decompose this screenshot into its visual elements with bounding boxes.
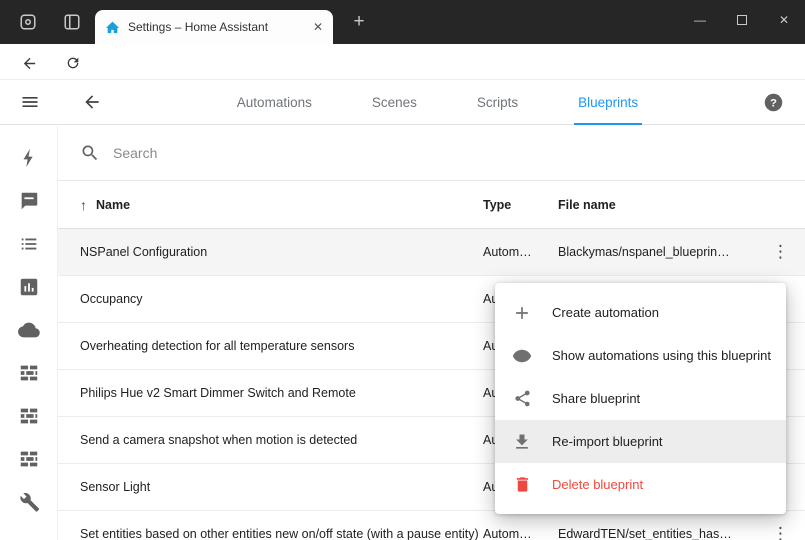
developer-tools-wrench-icon[interactable] bbox=[17, 490, 41, 514]
search-icon bbox=[80, 143, 100, 163]
cloud-icon[interactable] bbox=[17, 318, 41, 342]
search-input[interactable] bbox=[113, 145, 783, 161]
menu-item-label: Share blueprint bbox=[552, 391, 640, 406]
close-window-button[interactable]: ✕ bbox=[763, 0, 805, 40]
row-name: NSPanel Configuration bbox=[80, 245, 483, 259]
addon-bricks-icon[interactable] bbox=[17, 404, 41, 428]
home-assistant-favicon bbox=[105, 20, 120, 35]
row-name: Send a camera snapshot when motion is de… bbox=[80, 433, 483, 447]
tab-title: Settings – Home Assistant bbox=[128, 20, 305, 34]
logbook-list-icon[interactable] bbox=[17, 232, 41, 256]
browser-titlebar: Settings – Home Assistant ✕ + — ✕ bbox=[0, 0, 805, 44]
column-type[interactable]: Type bbox=[483, 198, 558, 212]
addon-bricks-icon[interactable] bbox=[17, 447, 41, 471]
energy-bolt-icon[interactable] bbox=[17, 146, 41, 170]
row-name: Set entities based on other entities new… bbox=[80, 527, 483, 540]
row-name: Overheating detection for all temperatur… bbox=[80, 339, 483, 353]
tab-actions-icon[interactable] bbox=[60, 10, 84, 34]
svg-text:?: ? bbox=[770, 97, 777, 109]
trash-icon bbox=[511, 474, 533, 496]
column-name[interactable]: Name bbox=[96, 198, 130, 212]
ha-header: Automations Scenes Scripts Blueprints ? bbox=[0, 80, 805, 125]
ha-back-icon[interactable] bbox=[80, 90, 104, 114]
search-bar bbox=[58, 126, 805, 181]
back-button[interactable] bbox=[16, 50, 42, 76]
table-header: ↑ Name Type File name bbox=[58, 181, 805, 229]
row-file: EdwardTEN/set_entities_has… bbox=[558, 527, 757, 540]
row-name: Philips Hue v2 Smart Dimmer Switch and R… bbox=[80, 386, 483, 400]
tab-close-icon[interactable]: ✕ bbox=[313, 20, 323, 34]
history-chart-icon[interactable] bbox=[17, 275, 41, 299]
maximize-icon bbox=[737, 15, 747, 25]
menu-item-label: Delete blueprint bbox=[552, 477, 643, 492]
help-icon[interactable]: ? bbox=[761, 90, 785, 114]
menu-item-label: Show automations using this blueprint bbox=[552, 348, 771, 363]
eye-icon bbox=[511, 345, 533, 367]
row-type: Autom… bbox=[483, 245, 558, 259]
browser-tab[interactable]: Settings – Home Assistant ✕ bbox=[95, 10, 333, 44]
sidebar-menu-icon[interactable] bbox=[18, 90, 42, 114]
column-file[interactable]: File name bbox=[558, 198, 757, 212]
plus-icon bbox=[511, 302, 533, 324]
window-controls: — ✕ bbox=[679, 0, 805, 40]
table-row[interactable]: NSPanel Configuration Autom… Blackymas/n… bbox=[58, 229, 805, 276]
row-name: Sensor Light bbox=[80, 480, 483, 494]
table-row[interactable]: Set entities based on other entities new… bbox=[58, 511, 805, 540]
menu-item-label: Create automation bbox=[552, 305, 659, 320]
menu-item-reimport-blueprint[interactable]: Re-import blueprint bbox=[495, 420, 786, 463]
menu-item-show-automations[interactable]: Show automations using this blueprint bbox=[495, 334, 786, 377]
row-overflow-menu-icon[interactable]: ⋮ bbox=[772, 524, 790, 540]
tab-blueprints[interactable]: Blueprints bbox=[574, 80, 642, 125]
addon-bricks-icon[interactable] bbox=[17, 361, 41, 385]
workspaces-icon[interactable] bbox=[16, 10, 40, 34]
sort-ascending-icon[interactable]: ↑ bbox=[80, 197, 87, 213]
menu-item-create-automation[interactable]: Create automation bbox=[495, 291, 786, 334]
minimize-button[interactable]: — bbox=[679, 0, 721, 40]
share-icon bbox=[511, 388, 533, 410]
maximize-button[interactable] bbox=[721, 0, 763, 40]
browser-window: Settings – Home Assistant ✕ + — ✕ Not se… bbox=[0, 0, 805, 540]
assist-chat-icon[interactable] bbox=[17, 189, 41, 213]
row-overflow-menu-icon[interactable]: ⋮ bbox=[772, 242, 790, 262]
row-type: Autom… bbox=[483, 527, 558, 540]
tab-automations[interactable]: Automations bbox=[233, 80, 316, 125]
ha-tab-bar: Automations Scenes Scripts Blueprints bbox=[170, 80, 705, 125]
menu-item-delete-blueprint[interactable]: Delete blueprint bbox=[495, 463, 786, 506]
menu-item-label: Re-import blueprint bbox=[552, 434, 663, 449]
blueprint-context-menu: Create automation Show automations using… bbox=[495, 283, 786, 514]
ha-sidebar-rail bbox=[0, 126, 58, 540]
browser-toolbar: Not secure homeassistant.local:8123/... … bbox=[0, 44, 805, 80]
row-file: Blackymas/nspanel_blueprin… bbox=[558, 245, 757, 259]
refresh-button[interactable] bbox=[60, 50, 86, 76]
new-tab-button[interactable]: + bbox=[346, 9, 372, 35]
menu-item-share-blueprint[interactable]: Share blueprint bbox=[495, 377, 786, 420]
tab-scripts[interactable]: Scripts bbox=[473, 80, 522, 125]
row-name: Occupancy bbox=[80, 292, 483, 306]
tab-scenes[interactable]: Scenes bbox=[368, 80, 421, 125]
download-icon bbox=[511, 431, 533, 453]
